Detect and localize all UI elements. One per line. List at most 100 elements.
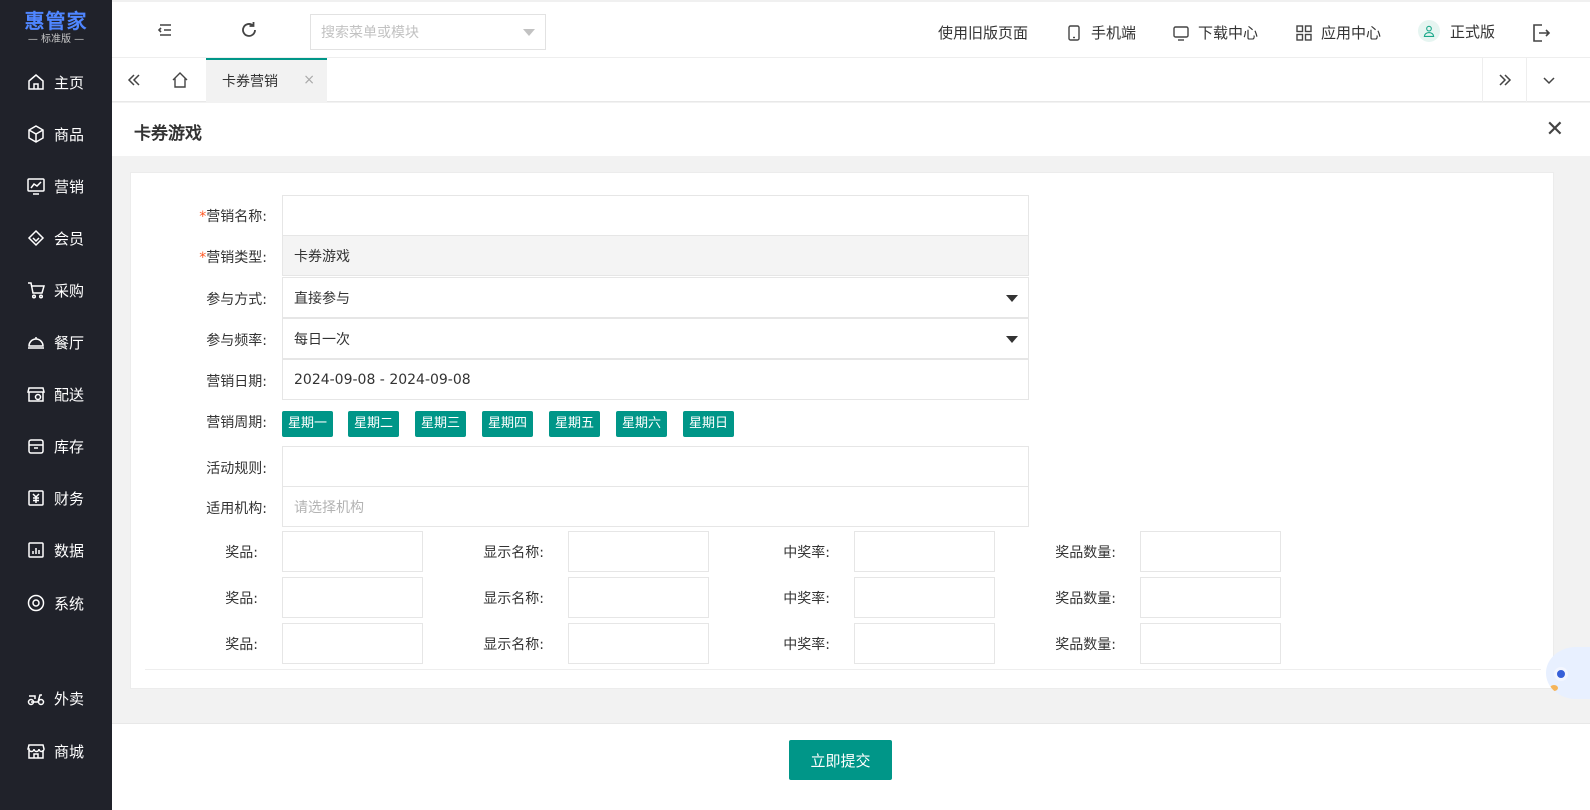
marketing-name-label-text: 营销名称: (206, 209, 267, 225)
quantity-input[interactable] (1140, 531, 1281, 572)
win-rate-input[interactable] (854, 531, 995, 572)
rules-input[interactable] (282, 446, 1029, 487)
store-delivery-icon (27, 387, 45, 402)
prize-label: 奖品: (225, 545, 258, 561)
tabs-scroll-right-button[interactable] (1482, 58, 1526, 102)
sidebar-item-data[interactable]: 数据 (0, 530, 112, 570)
tabs-scroll-left-button[interactable] (112, 58, 156, 102)
weekday-tag-sunday[interactable]: 星期日 (683, 411, 735, 437)
search-input[interactable]: 搜索菜单或模块 (310, 14, 546, 50)
frequency-value: 每日一次 (294, 331, 350, 348)
chevron-down-icon (523, 29, 535, 36)
marketing-name-input[interactable] (282, 195, 1029, 236)
cart-icon (28, 282, 45, 299)
mobile-link[interactable]: 手机端 (1065, 22, 1136, 43)
marketing-type-field: 卡券游戏 (282, 235, 1029, 276)
sidebar-item-marketing[interactable]: 营销 (0, 166, 112, 206)
weekday-tag-tuesday[interactable]: 星期二 (348, 411, 400, 437)
sidebar-item-label: 配送 (54, 385, 85, 404)
prize-input[interactable] (282, 577, 423, 618)
form-card: *营销名称: *营销类型: 卡券游戏 参与方式: 直接参与 参与频率: 每日一次… (130, 172, 1554, 689)
user-edition-menu[interactable]: 正式版 (1418, 20, 1495, 42)
download-center-label: 下载中心 (1198, 24, 1259, 42)
app-center-link[interactable]: 应用中心 (1295, 22, 1381, 43)
join-mode-label: 参与方式: (206, 292, 267, 308)
logout-icon[interactable] (1530, 22, 1552, 44)
quantity-input[interactable] (1140, 577, 1281, 618)
sidebar-item-goods[interactable]: 商品 (0, 114, 112, 154)
sidebar-item-finance[interactable]: 财务 (0, 478, 112, 518)
join-mode-select[interactable]: 直接参与 (282, 277, 1029, 318)
win-rate-input[interactable] (854, 623, 995, 664)
weekday-tag-friday[interactable]: 星期五 (549, 411, 601, 437)
box-icon (28, 125, 44, 143)
cycle-label: 营销周期: (206, 415, 267, 431)
display-name-input[interactable] (568, 531, 709, 572)
old-page-link[interactable]: 使用旧版页面 (938, 22, 1028, 43)
panel-header: 卡券游戏 ✕ (112, 103, 1590, 156)
tab-home[interactable] (158, 58, 202, 102)
weekday-tag-saturday[interactable]: 星期六 (616, 411, 668, 437)
menu-collapse-icon[interactable] (154, 19, 176, 41)
sidebar-item-label: 营销 (54, 177, 85, 196)
prize-label: 奖品: (225, 637, 258, 653)
frequency-label: 参与频率: (206, 333, 267, 349)
download-center-link[interactable]: 下载中心 (1172, 22, 1258, 43)
diamond-icon (27, 229, 45, 247)
date-range-value: 2024-09-08 - 2024-09-08 (294, 371, 471, 388)
sidebar-item-label: 外卖 (54, 689, 85, 708)
assistant-dot-icon (1550, 685, 1558, 691)
sidebar-item-home[interactable]: 主页 (0, 62, 112, 102)
close-icon[interactable]: ✕ (1546, 117, 1564, 142)
weekday-tag-wednesday[interactable]: 星期三 (415, 411, 467, 437)
sidebar-item-label: 餐厅 (54, 333, 85, 352)
divider (145, 669, 1541, 670)
quantity-input[interactable] (1140, 623, 1281, 664)
frequency-select[interactable]: 每日一次 (282, 318, 1029, 359)
tabs-menu-button[interactable] (1526, 58, 1570, 102)
monitor-icon (1173, 25, 1189, 41)
weekday-tag-monday[interactable]: 星期一 (282, 411, 334, 437)
sidebar-item-inventory[interactable]: 库存 (0, 426, 112, 466)
rules-label: 活动规则: (206, 461, 267, 477)
weekday-tag-thursday[interactable]: 星期四 (482, 411, 534, 437)
sidebar-item-mall[interactable]: 商城 (0, 731, 112, 771)
sidebar-item-member[interactable]: 会员 (0, 218, 112, 258)
submit-button[interactable]: 立即提交 (789, 740, 892, 780)
scooter-icon (27, 694, 45, 706)
sidebar-item-delivery[interactable]: 配送 (0, 374, 112, 414)
date-label: 营销日期: (206, 374, 267, 390)
sidebar-item-system[interactable]: 系统 (0, 583, 112, 623)
org-select[interactable]: 请选择机构 (282, 486, 1029, 527)
org-placeholder: 请选择机构 (294, 499, 364, 516)
display-name-input[interactable] (568, 577, 709, 618)
prize-input[interactable] (282, 531, 423, 572)
data-icon (28, 542, 44, 558)
sidebar-item-takeout[interactable]: 外卖 (0, 678, 112, 718)
settings-icon (27, 594, 45, 612)
sidebar-item-purchase[interactable]: 采购 (0, 270, 112, 310)
app-center-label: 应用中心 (1321, 24, 1382, 42)
refresh-icon[interactable] (238, 19, 260, 41)
mobile-label: 手机端 (1091, 24, 1137, 42)
brand-logo[interactable]: 惠管家 — 标准版 — (0, 0, 112, 56)
display-name-label: 显示名称: (483, 591, 544, 607)
win-rate-label: 中奖率: (783, 545, 830, 561)
marketing-type-label-text: 营销类型: (206, 250, 267, 266)
date-range-input[interactable]: 2024-09-08 - 2024-09-08 (282, 359, 1029, 400)
tab-coupon-marketing[interactable]: 卡券营销 × (206, 58, 327, 102)
caret-down-icon (1006, 295, 1018, 302)
old-page-label: 使用旧版页面 (938, 24, 1029, 42)
chart-icon (27, 178, 45, 195)
prize-input[interactable] (282, 623, 423, 664)
sidebar-item-label: 数据 (54, 541, 85, 560)
marketing-name-label: *营销名称: (131, 206, 267, 226)
home-icon (28, 74, 44, 90)
sidebar-item-restaurant[interactable]: 餐厅 (0, 322, 112, 362)
win-rate-input[interactable] (854, 577, 995, 618)
page-title: 卡券游戏 (134, 124, 202, 144)
tab-close-icon[interactable]: × (303, 72, 315, 88)
assistant-widget[interactable] (1546, 647, 1590, 699)
display-name-input[interactable] (568, 623, 709, 664)
join-mode-value: 直接参与 (294, 290, 350, 307)
